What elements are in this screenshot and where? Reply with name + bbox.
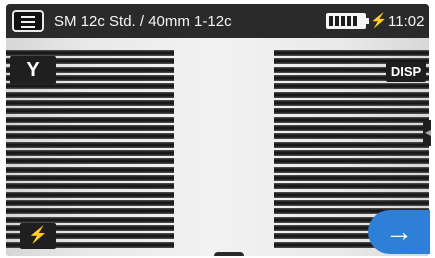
battery-cell xyxy=(329,16,333,26)
right-fiber-line xyxy=(274,166,429,173)
right-fiber-line xyxy=(274,133,429,140)
battery-cell xyxy=(341,16,345,26)
side-pull-tab[interactable]: ◀ xyxy=(423,120,431,146)
left-fiber-line xyxy=(6,125,174,131)
right-fiber-line xyxy=(274,100,429,106)
left-fiber-line xyxy=(6,83,174,90)
clock: 11:02 xyxy=(388,13,425,30)
right-fiber-line xyxy=(274,50,429,56)
menu-button[interactable] xyxy=(12,10,44,32)
menu-icon-line xyxy=(21,16,35,18)
right-fiber-line xyxy=(274,191,429,198)
battery-cell xyxy=(347,16,351,26)
left-fiber-line xyxy=(6,158,174,165)
right-fiber-line xyxy=(274,141,429,148)
right-fiber-line xyxy=(274,158,429,165)
splicer-screen: SM 12c Std. / 40mm 1-12c ⚡ 11:02 ⚡ xyxy=(6,4,429,256)
left-fiber-line xyxy=(6,166,174,173)
status-bar: SM 12c Std. / 40mm 1-12c ⚡ 11:02 xyxy=(6,4,429,38)
disp-button[interactable]: DISP xyxy=(386,62,426,82)
arrow-right-icon: → xyxy=(385,216,413,247)
right-fiber-line xyxy=(274,175,429,181)
right-fiber-line xyxy=(274,125,429,131)
menu-icon-line xyxy=(21,21,35,23)
right-fiber-line xyxy=(274,91,429,98)
fiber-view xyxy=(6,38,429,256)
battery-full-icon xyxy=(326,13,369,29)
bottom-pull-tab[interactable] xyxy=(214,252,244,256)
left-fiber-line xyxy=(6,183,174,190)
program-title: SM 12c Std. / 40mm 1-12c xyxy=(54,13,232,30)
right-fiber-line xyxy=(274,200,429,206)
charging-icon: ⚡ xyxy=(370,12,388,28)
left-fiber-line xyxy=(6,200,174,206)
left-fiber-line xyxy=(6,216,174,223)
left-fiber-line xyxy=(6,116,174,123)
left-fiber-line xyxy=(6,141,174,148)
left-fiber-line xyxy=(6,91,174,98)
right-fiber-line xyxy=(274,108,429,115)
next-button[interactable]: → xyxy=(368,210,430,254)
y-view-button[interactable]: Y xyxy=(10,56,56,84)
left-fiber-line xyxy=(6,100,174,106)
left-fiber-line xyxy=(6,108,174,115)
left-fiber-line xyxy=(6,150,174,156)
left-fiber-line xyxy=(6,175,174,181)
battery-tip xyxy=(366,18,369,24)
right-fiber-line xyxy=(274,183,429,190)
right-fiber-line xyxy=(274,83,429,90)
menu-icon-line xyxy=(21,26,35,28)
left-fiber-line xyxy=(6,133,174,140)
left-fiber-line xyxy=(6,208,174,215)
battery-cell xyxy=(335,16,339,26)
left-fiber-line xyxy=(6,191,174,198)
right-fiber-line xyxy=(274,150,429,156)
right-fiber-line xyxy=(274,116,429,123)
arc-button[interactable]: ⚡ xyxy=(20,223,56,249)
lightning-icon: ⚡ xyxy=(28,227,48,244)
battery-cell xyxy=(353,16,357,26)
chevron-left-icon: ◀ xyxy=(425,128,432,137)
